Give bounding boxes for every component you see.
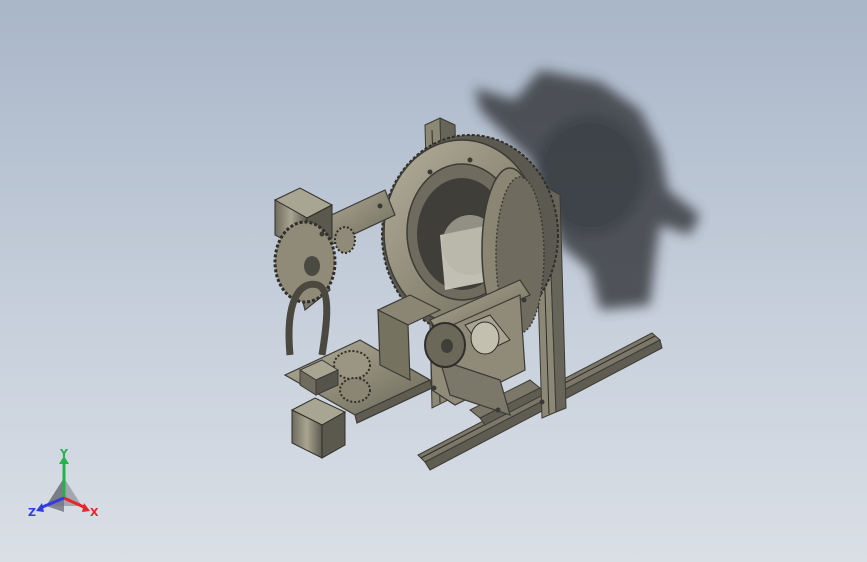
y-axis-label: Y (59, 448, 69, 460)
x-axis-label: X (90, 506, 99, 519)
cad-viewport[interactable]: Y X Z (0, 0, 867, 562)
bottom-stepper-motor (290, 397, 347, 459)
model-view[interactable] (0, 0, 867, 562)
right-pulley (424, 322, 466, 368)
view-orientation-triad[interactable]: Y X Z (24, 448, 104, 524)
z-axis-label: Z (28, 506, 36, 519)
small-pinion-gear (334, 226, 356, 254)
